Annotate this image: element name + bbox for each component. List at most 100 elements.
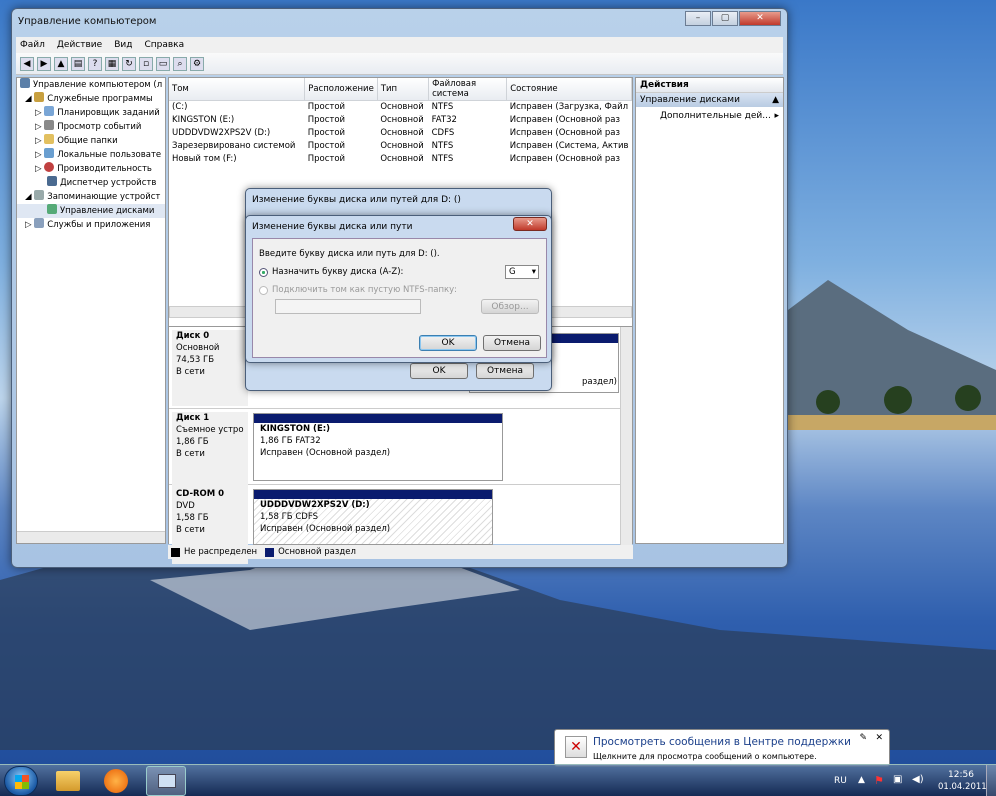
unallocated-swatch: [171, 547, 180, 557]
computer-icon: [158, 774, 176, 788]
outer-ok-button[interactable]: OK: [410, 363, 468, 379]
action-center-notification[interactable]: ✕ Просмотреть сообщения в Центре поддерж…: [554, 729, 890, 767]
device-manager-icon: [47, 176, 57, 186]
help-icon[interactable]: ?: [88, 56, 102, 71]
table-row[interactable]: Зарезервировано системой Простой Основной N…: [169, 140, 632, 153]
disk-icon: [47, 204, 57, 214]
up-folder-icon[interactable]: ▲: [54, 56, 68, 71]
table-row[interactable]: UDDDVDW2XPS2V (D:) Простой Основной CDFS Исп…: [169, 127, 632, 140]
volume-table: Том Расположение Тип Файловая система Со…: [169, 78, 632, 166]
clock-time[interactable]: 12:56: [948, 770, 974, 780]
users-icon: [44, 148, 55, 158]
desktop-mountain: [788, 280, 996, 430]
show-tree-icon[interactable]: ▤: [71, 56, 85, 71]
disk-label: Диск 1 Съемное устро 1,86 ГБ В сети: [172, 412, 248, 488]
chevron-right-icon: ▸: [774, 111, 779, 121]
tree-hscroll[interactable]: [17, 531, 165, 543]
disk-label: Диск 0 Основной 74,53 ГБ В сети: [172, 330, 248, 406]
performance-icon: [44, 162, 55, 172]
minimize-button[interactable]: –: [685, 11, 711, 26]
folder-icon[interactable]: ▭: [156, 56, 170, 71]
taskbar: RU ▲ ⚑ ▣ ◀) 12:56 01.04.2011: [0, 764, 996, 796]
tree-item-disk-management[interactable]: Управление дисками: [17, 204, 165, 218]
menu-help[interactable]: Справка: [144, 40, 184, 50]
ok-button[interactable]: OK: [419, 335, 477, 351]
maximize-button[interactable]: ▢: [712, 11, 738, 26]
primary-swatch: [265, 547, 275, 557]
tree-item-device-manager[interactable]: Диспетчер устройств: [17, 176, 165, 190]
browse-button[interactable]: Обзор...: [481, 299, 539, 314]
actions-section[interactable]: Управление дисками ▲: [636, 93, 783, 107]
action-center-flag-icon[interactable]: ⚑: [874, 774, 884, 787]
start-button[interactable]: [4, 766, 38, 796]
cancel-button[interactable]: Отмена: [483, 335, 541, 351]
disk-row[interactable]: CD-ROM 0 DVD 1,58 ГБ В сети UDDDVDW2XPS2V (…: [169, 485, 632, 564]
refresh-icon[interactable]: ↻: [122, 56, 136, 71]
network-icon[interactable]: ▣: [893, 774, 902, 785]
actions-more[interactable]: Дополнительные дей... ▸: [636, 107, 783, 125]
partition-dvd[interactable]: UDDDVDW2XPS2V (D:) 1,58 ГБ CDFS Исправен (…: [253, 489, 493, 545]
storage-icon: [34, 190, 45, 200]
show-desktop-button[interactable]: [986, 765, 996, 796]
language-indicator[interactable]: RU: [834, 776, 847, 786]
scheduler-icon: [44, 106, 55, 116]
col-filesystem[interactable]: Файловая система: [428, 78, 508, 101]
col-status[interactable]: Состояние: [506, 78, 632, 101]
show-hidden-icons[interactable]: ▲: [858, 775, 865, 785]
windows-logo-icon: [15, 775, 29, 789]
open-icon[interactable]: ▫: [139, 56, 153, 71]
tree-item-task-scheduler[interactable]: ▷ Планировщик заданий: [17, 106, 165, 120]
clock-date[interactable]: 01.04.2011: [938, 782, 987, 792]
settings-icon[interactable]: ⚙: [190, 56, 204, 71]
outer-cancel-button[interactable]: Отмена: [476, 363, 534, 379]
legend-primary: Основной раздел: [278, 547, 356, 557]
partition-kingston[interactable]: KINGSTON (E:) 1,86 ГБ FAT32 Исправен (Осно…: [253, 413, 503, 481]
close-button[interactable]: ✕: [739, 11, 781, 26]
event-viewer-icon: [44, 120, 55, 130]
chevron-down-icon: ▾: [531, 267, 536, 277]
tree-item-storage[interactable]: ◢ Запоминающие устройст: [17, 190, 165, 204]
col-type[interactable]: Тип: [377, 78, 430, 101]
navigation-tree: Управление компьютером (л ◢ Служебные пр…: [16, 77, 166, 544]
volume-icon[interactable]: ◀): [912, 774, 924, 785]
table-row[interactable]: (C:) Простой Основной NTFS Исправен (Загрузк…: [169, 101, 632, 114]
tree-item-root[interactable]: Управление компьютером (л: [17, 78, 165, 92]
taskbar-media-player-icon[interactable]: [104, 769, 128, 793]
notification-title: Просмотреть сообщения в Центре поддержки: [593, 736, 851, 748]
table-row[interactable]: Новый том (F:) Простой Основной NTFS Исправе…: [169, 153, 632, 166]
menu-file[interactable]: Файл: [20, 40, 45, 50]
menu-action[interactable]: Действие: [57, 40, 102, 50]
taskbar-explorer-icon[interactable]: [56, 771, 80, 791]
notification-close-icon[interactable]: ✕: [875, 733, 883, 743]
collapse-icon[interactable]: ▲: [772, 95, 779, 105]
mount-path-input[interactable]: [275, 299, 421, 314]
assign-letter-radio[interactable]: Назначить букву диска (A-Z):: [259, 267, 403, 277]
disk-row[interactable]: Диск 1 Съемное устро 1,86 ГБ В сети KINGSTO…: [169, 409, 632, 488]
menu-view[interactable]: Вид: [114, 40, 132, 50]
dialog-close-button[interactable]: ✕: [513, 217, 547, 231]
tree-item-services[interactable]: ▷ Службы и приложения: [17, 218, 165, 232]
radio-selected-icon: [259, 267, 268, 277]
taskbar-computer-management-icon[interactable]: [146, 766, 186, 796]
tree-item-system-tools[interactable]: ◢ Служебные программы: [17, 92, 165, 106]
partition-bar: [254, 414, 502, 423]
search-icon[interactable]: ⌕: [173, 56, 187, 71]
table-row[interactable]: KINGSTON (E:) Простой Основной FAT32 Исправе…: [169, 114, 632, 127]
menu-bar: Файл Действие Вид Справка: [16, 37, 783, 53]
disk-map-vscroll[interactable]: [620, 327, 632, 545]
col-layout[interactable]: Расположение: [304, 78, 378, 101]
back-icon[interactable]: ◀: [20, 56, 34, 71]
tree-item-shared-folders[interactable]: ▷ Общие папки: [17, 134, 165, 148]
tree-item-local-users[interactable]: ▷ Локальные пользовате: [17, 148, 165, 162]
dialog-title: Изменение буквы диска или пути: [252, 222, 413, 232]
tree-item-performance[interactable]: ▷ Производительность: [17, 162, 165, 176]
drive-letter-select[interactable]: G ▾: [505, 265, 539, 279]
forward-icon[interactable]: ▶: [37, 56, 51, 71]
pin-icon[interactable]: ✎: [859, 733, 867, 743]
properties-icon[interactable]: ▦: [105, 56, 119, 71]
tree-item-event-viewer[interactable]: ▷ Просмотр событий: [17, 120, 165, 134]
dialog-body: Введите букву диска или путь для D: (). …: [252, 238, 547, 358]
radio-empty-icon: [259, 285, 268, 295]
mount-folder-radio[interactable]: Подключить том как пустую NTFS-папку:: [259, 285, 457, 295]
col-volume[interactable]: Том: [169, 78, 306, 101]
